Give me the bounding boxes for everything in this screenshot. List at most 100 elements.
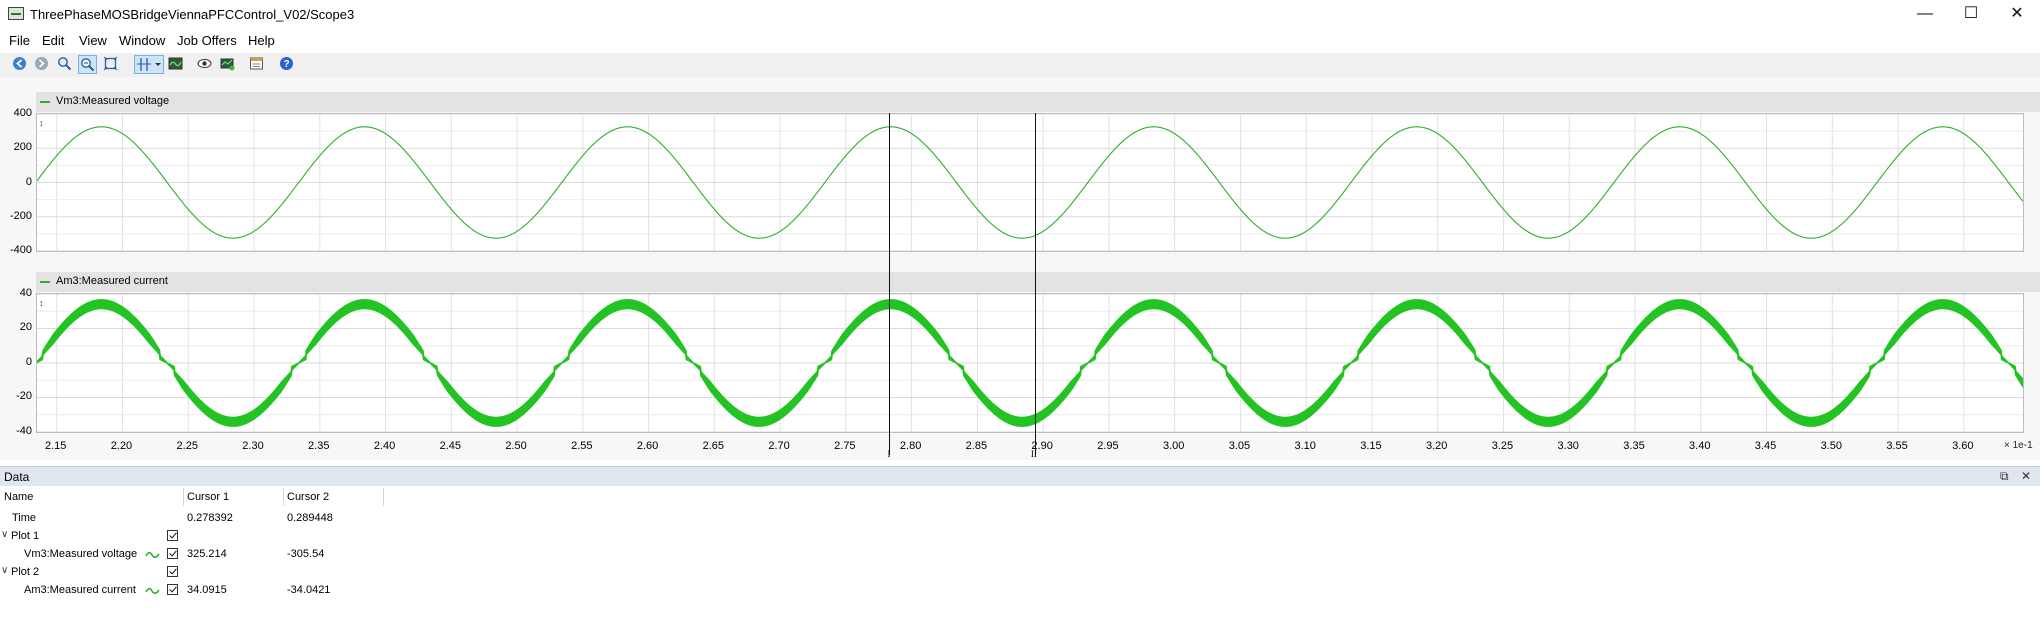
- y-tick: 20: [19, 321, 32, 333]
- window-title: ThreePhaseMOSBridgeViennaPFCControl_V02/…: [30, 7, 355, 22]
- plot1-canvas: [37, 114, 2023, 251]
- x-tick: 2.20: [110, 440, 133, 452]
- col-header-name[interactable]: Name: [4, 491, 33, 503]
- group-label: Plot 1: [11, 530, 40, 542]
- minimize-icon[interactable]: —: [1902, 0, 1948, 28]
- app-icon: [8, 7, 24, 20]
- signal-wave-icon: [145, 587, 160, 595]
- x-tick: 2.65: [702, 440, 725, 452]
- cursor-2-line[interactable]: [1034, 113, 1036, 455]
- menu-file[interactable]: File: [9, 33, 30, 48]
- menu-help[interactable]: Help: [248, 33, 275, 48]
- time-label: Time: [12, 512, 37, 524]
- x-tick: 3.20: [1426, 440, 1448, 452]
- zoom-fit-icon[interactable]: [102, 55, 121, 74]
- forward-icon[interactable]: [33, 55, 52, 74]
- y-tick: 0: [25, 356, 32, 368]
- x-tick: 2.55: [571, 440, 593, 452]
- col-header-cursor1[interactable]: Cursor 1: [187, 491, 229, 503]
- menu-window[interactable]: Window: [119, 33, 165, 48]
- cursor-1-label: I: [887, 449, 891, 459]
- y-tick: -400: [9, 244, 32, 256]
- zoom-icon[interactable]: [56, 55, 75, 74]
- plot2-title-bar: Am3:Measured current: [36, 272, 2040, 292]
- signal-name: Vm3:Measured voltage: [24, 548, 138, 560]
- x-tick: 3.15: [1360, 440, 1382, 452]
- col-header-cursor2[interactable]: Cursor 2: [287, 491, 329, 503]
- plot1-checkbox[interactable]: [167, 530, 178, 541]
- y-tick: -20: [16, 390, 32, 402]
- x-tick: 2.40: [373, 440, 396, 452]
- menu-job-offers[interactable]: Job Offers: [177, 33, 237, 48]
- view-icon[interactable]: [196, 55, 215, 74]
- plot1-area[interactable]: ↕: [36, 113, 2024, 252]
- x-tick: 3.50: [1820, 440, 1842, 452]
- plot1-title-bar: Vm3:Measured voltage: [36, 92, 2040, 112]
- close-icon[interactable]: ✕: [1994, 0, 2040, 28]
- toolbar: ?: [0, 53, 2040, 77]
- plot2-checkbox[interactable]: [167, 566, 178, 577]
- data-panel-header: Data ⧉ ✕: [0, 466, 2040, 486]
- value-cursor1: 34.0915: [187, 584, 227, 596]
- x-tick: 2.75: [834, 440, 856, 452]
- x-tick: 2.30: [242, 440, 264, 452]
- x-tick: 3.60: [1952, 440, 1974, 452]
- x-tick: 3.30: [1557, 440, 1579, 452]
- x-tick: 3.55: [1886, 440, 1908, 452]
- value-cursor2: -305.54: [287, 548, 325, 560]
- cursor-1-line[interactable]: [889, 113, 891, 455]
- maximize-icon[interactable]: ☐: [1948, 0, 1994, 28]
- y-tick: 0: [25, 176, 32, 188]
- x-tick: 3.05: [1228, 440, 1251, 452]
- scope-icon[interactable]: [167, 55, 186, 74]
- menu-edit[interactable]: Edit: [42, 33, 64, 48]
- column-divider: [283, 488, 284, 506]
- signal-wave-icon: [145, 551, 160, 559]
- signal-checkbox[interactable]: [167, 548, 178, 559]
- column-divider: [183, 488, 184, 506]
- x-tick: 2.60: [636, 440, 659, 452]
- data-panel-title: Data: [4, 470, 30, 484]
- value-cursor1: 325.214: [187, 548, 227, 560]
- legend-swatch: [40, 281, 50, 283]
- x-tick: 3.10: [1294, 440, 1316, 452]
- plot1-legend-label: Vm3:Measured voltage: [56, 95, 170, 107]
- y-tick: -40: [16, 425, 32, 437]
- collapse-icon[interactable]: ∨: [1, 565, 8, 576]
- time-cursor1: 0.278392: [187, 512, 233, 524]
- x-tick: 2.45: [439, 440, 461, 452]
- properties-icon[interactable]: [248, 55, 267, 74]
- x-tick: 3.45: [1754, 440, 1777, 452]
- time-cursor2: 0.289448: [287, 512, 333, 524]
- x-tick: 3.35: [1623, 440, 1645, 452]
- export-icon[interactable]: [219, 55, 238, 74]
- cursor-icon[interactable]: [134, 55, 164, 74]
- x-tick: 3.40: [1689, 440, 1711, 452]
- back-icon[interactable]: [11, 55, 30, 74]
- x-tick: 2.25: [176, 440, 198, 452]
- svg-text:?: ?: [283, 59, 289, 70]
- x-tick: 2.50: [505, 440, 527, 452]
- y-tick: -200: [9, 210, 32, 222]
- group-label: Plot 2: [11, 566, 40, 578]
- restore-icon[interactable]: ⧉: [2000, 469, 2009, 484]
- x-tick: 2.80: [899, 440, 922, 452]
- x-tick: 2.95: [1097, 440, 1119, 452]
- data-panel: Name Cursor 1 Cursor 2 Time 0.278392 0.2…: [0, 486, 2040, 618]
- y-tick: 400: [13, 107, 32, 119]
- zoom-area-icon[interactable]: [78, 55, 97, 74]
- x-tick: 2.85: [965, 440, 988, 452]
- legend-swatch: [40, 101, 50, 103]
- x-axis-exponent: × 1e-1: [2004, 440, 2033, 451]
- x-tick: 3.25: [1491, 440, 1514, 452]
- help-icon[interactable]: ?: [278, 55, 297, 74]
- plot2-area[interactable]: ↕: [36, 293, 2024, 433]
- column-divider: [383, 488, 384, 506]
- plot2-legend-label: Am3:Measured current: [56, 275, 168, 287]
- collapse-icon[interactable]: ∨: [1, 529, 8, 540]
- signal-checkbox[interactable]: [167, 584, 178, 595]
- value-cursor2: -34.0421: [287, 584, 331, 596]
- close-panel-icon[interactable]: ✕: [2021, 469, 2031, 483]
- signal-name: Am3:Measured current: [24, 584, 136, 596]
- menu-view[interactable]: View: [79, 33, 107, 48]
